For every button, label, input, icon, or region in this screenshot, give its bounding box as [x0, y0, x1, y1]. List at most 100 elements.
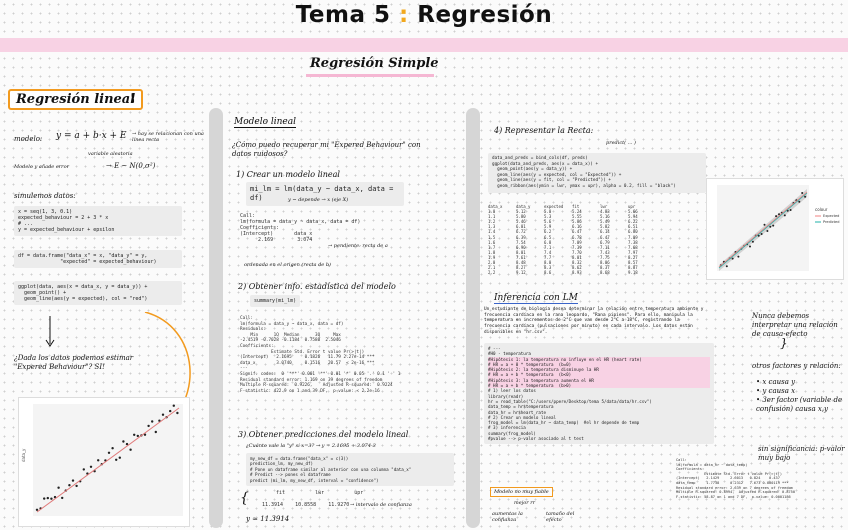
step3-note: ¿Cuánto vale la "y" si x=3? → y = 2.1695… [246, 443, 376, 449]
scatter-point [801, 192, 804, 194]
scatter-point [43, 497, 46, 500]
side-note-factores: otros factores y relación: [752, 362, 841, 370]
scatter-point [769, 225, 772, 228]
pred-header: upr [354, 490, 364, 496]
code-simular: x = seq(1, 3, 0.1) expected_behaviour = … [14, 206, 182, 236]
step3-heading: 3) Obtener predicciones del modelo linea… [238, 430, 409, 439]
scatter-point [154, 430, 157, 434]
scatter-point [82, 468, 85, 471]
scatter-point [737, 255, 740, 258]
scatter-point [89, 465, 93, 468]
pred-y: y ≈ 11.3914 [246, 515, 290, 523]
pred-headers: fit lwr upr [276, 490, 363, 496]
brace: { [240, 490, 249, 506]
scatter-point [75, 484, 78, 488]
scatter-plot-left: data_y [18, 397, 190, 527]
pred-note: → intervalo de confianza [350, 502, 412, 508]
scatter-point [789, 209, 792, 211]
header-band [0, 38, 848, 52]
side-list-item: • x causa y [756, 378, 796, 386]
side-list-item: • y causa x [756, 387, 796, 395]
scatter-point [68, 484, 71, 487]
pred-header: lwr [315, 490, 325, 496]
plot-axis-label: data_y [21, 448, 26, 462]
subtitle: Regresión Simple [310, 56, 439, 71]
scatter-point [57, 486, 60, 489]
scatter-point [161, 413, 165, 416]
pred-value: 11.3914 [262, 502, 284, 508]
scatter-point [751, 240, 754, 243]
note-modelo-fiable: Modelo no muy fiable [490, 487, 553, 497]
table-cell: 2.2 [488, 270, 496, 276]
simular-label: simulemos datos: [14, 192, 76, 200]
code-line: geom_line(aes(y = expected), col = "red"… [18, 296, 148, 302]
question-left: ¿Dada los datos podemos estimar "Expered… [14, 354, 134, 371]
scatter-point [731, 257, 734, 260]
modelo-lineal-heading: Modelo lineal [234, 117, 297, 128]
side-note-list: • x causa y • y causa x • 3er factor (va… [756, 378, 846, 414]
modelo-note: → hay se relacionan con una línea recta [132, 131, 204, 143]
scatter-point [172, 404, 175, 407]
scatter-point [763, 223, 766, 226]
title-part2: Regresión [417, 2, 553, 28]
table-cell: 8.68 [600, 270, 610, 276]
scatter-point [176, 411, 179, 415]
note-b: ordenada en el origen (recta de b) [244, 262, 331, 268]
scatter-point [107, 451, 111, 454]
code-line: geom_ribbon(aes(ymin = lwr, ymax = upr),… [492, 183, 676, 189]
code-summary: summary(mi_lm) [250, 295, 301, 307]
scatter-point [169, 409, 172, 413]
code-line: "expected" = expected_behaviour) [18, 259, 157, 265]
pred-values: 11.3914 10.8558 11.9270 [262, 502, 349, 508]
output-summary: Call: lm(formula = data_y ~ data_x, data… [240, 316, 460, 394]
step1-heading: 1) Crear un modelo lineal [236, 170, 340, 179]
inferencia-heading: Inferencia con LM [494, 293, 578, 304]
note-tamano: tamaño del efecto [546, 511, 575, 523]
output-line: F-statistic: 422.9 on 1 and 39 DF, p-val… [240, 388, 380, 394]
step2-heading: 2) Obtener info. estadística del modelo [238, 282, 396, 291]
note-mejor: mejor rr [514, 500, 536, 506]
scatter-point [46, 496, 49, 500]
error-equation: → E ~ N(0,σ²) [106, 162, 156, 170]
pred-table-body: data_x data_y expected fit lwr upr 1.0 5.12 5.0 5… [488, 204, 656, 275]
scatter-point [151, 420, 154, 423]
variable-note: variable aleatoria [88, 151, 133, 157]
code-line: predict (mi_lm, my_new_df, interval = "c… [250, 477, 379, 483]
side-note-significancia: sin significancia: p-valor muy bajo [758, 445, 845, 462]
scatter-point [804, 195, 807, 198]
scatter-point [725, 265, 728, 268]
pred-table: data_x data_y expected fit lwr upr 1.0 5.12 5.0 5… [488, 204, 656, 275]
table-cell: 8.93 [572, 270, 582, 276]
scatter-point [772, 224, 775, 227]
modelo-equation: y = a + b·x + E [56, 131, 127, 141]
column-separator [209, 108, 223, 528]
scatter-point [147, 424, 150, 428]
scatter-point [136, 434, 139, 438]
scatter-point [783, 214, 786, 217]
scatter-point [133, 433, 136, 436]
scatter-point [766, 230, 769, 232]
code-predict: my_new_df = data.frame("data_x" = c(3)) … [246, 453, 454, 487]
scatter-point [115, 458, 118, 461]
code-plot-recta: data_and_preds = bind_cols(df, preds) gg… [488, 153, 706, 193]
regression-plot-right: colour Expected Predicted [706, 178, 844, 280]
title-colon: : [399, 2, 409, 28]
side-note-causa: Nunca debemos interpretar una relación d… [752, 312, 838, 338]
column-separator [466, 108, 480, 528]
note-intercept: → pendiente: recta de a [328, 243, 388, 249]
legend-item: Predicted [823, 220, 839, 224]
code-ggplot: ggplot(data, aes(x = data_x, y = data_y)… [14, 281, 182, 305]
scatter-point [71, 479, 75, 482]
table-row: 2.2 9.12 8.6 8.93 8.68 9.18 [488, 270, 656, 275]
output-lm: Call: lm(formula = data_y ~ data_x, data… [240, 213, 400, 243]
modelo-label: modelo: [14, 135, 43, 143]
note-aumenta: aumentas la confianza [492, 511, 523, 523]
scatter-point [775, 215, 778, 218]
table-cell: 9.12 [516, 270, 526, 276]
legend-title: colour [815, 207, 828, 212]
scatter-point [122, 440, 125, 443]
title-part1: Tema 5 [295, 2, 391, 28]
predict-note: predict( ... ) [606, 140, 637, 146]
table-cell: 8.6 [544, 270, 552, 276]
error-label: Modelo y añade error [14, 164, 69, 170]
